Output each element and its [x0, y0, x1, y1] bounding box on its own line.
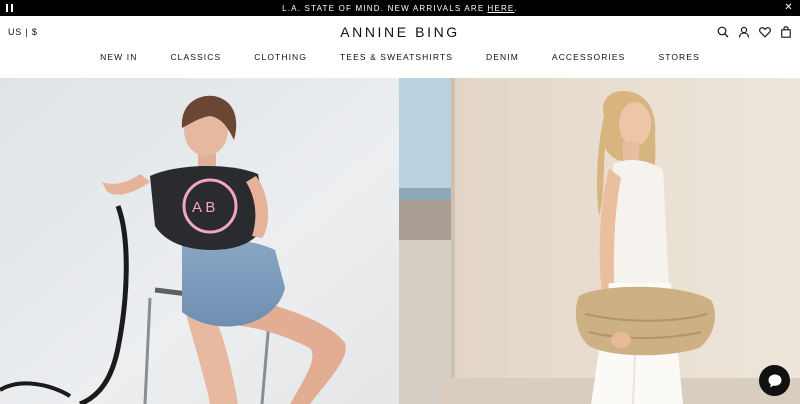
header-icons	[717, 26, 792, 38]
chat-button[interactable]	[759, 365, 790, 396]
close-icon[interactable]: ✕	[784, 2, 794, 14]
nav-item-stores[interactable]: STORES	[658, 52, 699, 62]
announcement-bar: L.A. STATE OF MIND. NEW ARRIVALS ARE HER…	[0, 0, 800, 16]
pause-icon[interactable]	[6, 4, 13, 12]
bag-icon[interactable]	[780, 26, 792, 38]
nav-item-clothing[interactable]: CLOTHING	[254, 52, 307, 62]
nav-item-classics[interactable]: CLASSICS	[170, 52, 221, 62]
chat-bubble-icon	[768, 374, 781, 387]
wishlist-icon[interactable]	[759, 26, 771, 38]
announcement-message: L.A. STATE OF MIND. NEW ARRIVALS ARE HER…	[282, 4, 518, 13]
nav-item-tees-sweatshirts[interactable]: TEES & SWEATSHIRTS	[340, 52, 453, 62]
locale-selector[interactable]: US | $	[8, 27, 38, 37]
announcement-suffix: .	[514, 3, 518, 13]
hero-image-right[interactable]	[399, 78, 800, 404]
main-nav: NEW IN CLASSICS CLOTHING TEES & SWEATSHI…	[0, 52, 800, 62]
brand-logo: ANNINE BING	[0, 24, 800, 40]
search-icon[interactable]	[717, 26, 729, 38]
nav-item-denim[interactable]: DENIM	[486, 52, 519, 62]
nav-item-accessories[interactable]: ACCESSORIES	[552, 52, 626, 62]
announcement-text: L.A. STATE OF MIND. NEW ARRIVALS ARE	[282, 3, 485, 13]
site-header: US | $ ANNINE BING NEW IN CLASSICS CLOTH…	[0, 16, 800, 78]
nav-item-new-in[interactable]: NEW IN	[100, 52, 137, 62]
hero-banner: A B	[0, 78, 800, 404]
hero-image-left[interactable]: A B	[0, 78, 399, 404]
brand-logo-text[interactable]: ANNINE BING	[340, 24, 460, 40]
account-icon[interactable]	[738, 26, 750, 38]
announcement-link[interactable]: HERE	[487, 4, 514, 13]
svg-text:A B: A B	[192, 199, 215, 216]
